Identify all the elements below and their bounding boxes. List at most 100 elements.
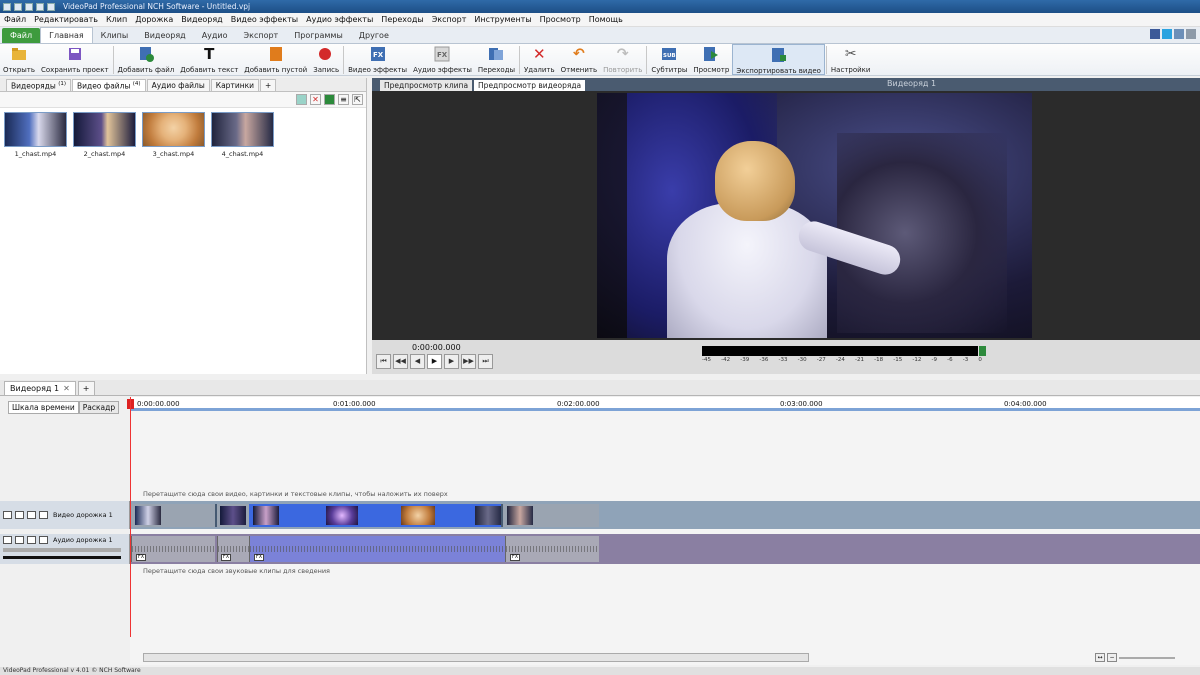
- track-options-icon[interactable]: [39, 536, 48, 544]
- menu-sequence[interactable]: Видеоряд: [177, 15, 226, 24]
- tab-file[interactable]: Файл: [2, 28, 41, 43]
- tab-clips[interactable]: Клипы: [93, 28, 137, 43]
- timeline-scrollbar[interactable]: [143, 653, 809, 662]
- timeline-audio-clip[interactable]: FX: [217, 536, 249, 562]
- zoom-out-button[interactable]: −: [1107, 653, 1117, 662]
- undo-icon[interactable]: [47, 2, 55, 11]
- menu-track[interactable]: Дорожка: [131, 15, 177, 24]
- facebook-icon[interactable]: [1150, 29, 1160, 39]
- fx-badge[interactable]: FX: [136, 554, 146, 561]
- bin-import-icon[interactable]: [296, 94, 307, 105]
- preview-button[interactable]: Просмотр: [690, 44, 732, 75]
- track-visibility-icon[interactable]: [3, 536, 12, 544]
- bin-delete-icon[interactable]: ✕: [310, 94, 321, 105]
- tab-audio[interactable]: Аудио: [194, 28, 236, 43]
- playhead[interactable]: [130, 397, 131, 637]
- track-fx-icon[interactable]: [27, 511, 36, 519]
- fx-badge[interactable]: FX: [221, 554, 231, 561]
- speaker-icon[interactable]: [15, 536, 24, 544]
- fx-badge[interactable]: FX: [510, 554, 520, 561]
- tab-sequence-preview[interactable]: Предпросмотр видеоряда: [474, 80, 586, 91]
- track-volume-slider[interactable]: [3, 548, 121, 552]
- new-file-icon[interactable]: [14, 2, 22, 11]
- timeline-audio-clip[interactable]: FX: [131, 536, 215, 562]
- zoom-fit-button[interactable]: ↔: [1095, 653, 1105, 662]
- menu-transitions[interactable]: Переходы: [377, 15, 427, 24]
- zoom-slider[interactable]: [1119, 656, 1175, 659]
- transitions-button[interactable]: Переходы: [475, 44, 518, 75]
- go-to-start-button[interactable]: ⏮: [376, 354, 391, 369]
- open-button[interactable]: Открыть: [0, 44, 38, 75]
- clip-item[interactable]: 1_chast.mp4: [4, 112, 67, 158]
- add-blank-button[interactable]: Добавить пустой: [241, 44, 310, 75]
- record-button[interactable]: Запись: [310, 44, 342, 75]
- clip-item[interactable]: 2_chast.mp4: [73, 112, 136, 158]
- timeline-video-clip[interactable]: [503, 504, 599, 527]
- video-frame[interactable]: [597, 93, 1032, 338]
- menu-view[interactable]: Просмотр: [536, 15, 585, 24]
- menu-audio-effects[interactable]: Аудио эффекты: [302, 15, 377, 24]
- play-button[interactable]: ▶: [427, 354, 442, 369]
- add-bin-tab-button[interactable]: +: [260, 79, 277, 91]
- settings-small-icon[interactable]: [1186, 29, 1196, 39]
- timeline-video-clip[interactable]: [131, 504, 215, 527]
- step-back-button[interactable]: ◀: [410, 354, 425, 369]
- tab-video-files[interactable]: Видео файлы (4): [71, 78, 146, 91]
- step-forward-button[interactable]: ▶: [444, 354, 459, 369]
- timeline-audio-clip[interactable]: FX: [505, 536, 599, 562]
- delete-button[interactable]: ✕ Удалить: [521, 44, 558, 75]
- track-options-icon[interactable]: [39, 511, 48, 519]
- go-to-end-button[interactable]: ⏭: [478, 354, 493, 369]
- track-visibility-icon[interactable]: [3, 511, 12, 519]
- save-project-button[interactable]: Сохранить проект: [38, 44, 112, 75]
- previous-frame-button[interactable]: ◀◀: [393, 354, 408, 369]
- track-lock-icon[interactable]: [15, 511, 24, 519]
- video-effects-button[interactable]: FX Видео эффекты: [345, 44, 410, 75]
- bin-list-view-icon[interactable]: ≡: [338, 94, 349, 105]
- settings-button[interactable]: ✂ Настройки: [828, 44, 874, 75]
- tab-sequences[interactable]: Видеоряды (1): [6, 78, 71, 91]
- timeline-video-clip-selected[interactable]: [249, 504, 501, 527]
- menu-video-effects[interactable]: Видео эффекты: [227, 15, 302, 24]
- subtitles-button[interactable]: SUB Субтитры: [648, 44, 690, 75]
- audio-effects-button[interactable]: FX Аудио эффекты: [410, 44, 475, 75]
- timeline-video-clip[interactable]: [217, 504, 249, 527]
- add-text-button[interactable]: T Добавить текст: [177, 44, 241, 75]
- tab-storyboard-view[interactable]: Раскадр: [78, 401, 120, 414]
- tab-programs[interactable]: Программы: [286, 28, 351, 43]
- menu-clip[interactable]: Клип: [102, 15, 131, 24]
- twitter-icon[interactable]: [1162, 29, 1172, 39]
- help-icon[interactable]: [1174, 29, 1184, 39]
- menu-tools[interactable]: Инструменты: [470, 15, 535, 24]
- time-ruler[interactable]: 0:00:00.000 0:01:00.000 0:02:00.000 0:03…: [131, 397, 1200, 411]
- tab-timeline-view[interactable]: Шкала времени: [8, 401, 79, 414]
- clip-item[interactable]: 4_chast.mp4: [211, 112, 274, 158]
- menu-file[interactable]: Файл: [0, 15, 30, 24]
- save-icon[interactable]: [36, 2, 44, 11]
- fx-badge[interactable]: FX: [254, 554, 264, 561]
- tab-home[interactable]: Главная: [40, 27, 93, 43]
- tab-sequence[interactable]: Видеоряд: [136, 28, 193, 43]
- menu-edit[interactable]: Редактировать: [30, 15, 102, 24]
- bin-add-icon[interactable]: [324, 94, 335, 105]
- tab-sequence-1[interactable]: Видеоряд 1 ✕: [4, 381, 76, 395]
- tab-export[interactable]: Экспорт: [236, 28, 287, 43]
- track-fx-icon[interactable]: [27, 536, 36, 544]
- tab-clip-preview[interactable]: Предпросмотр клипа: [380, 80, 473, 91]
- add-file-button[interactable]: Добавить файл: [115, 44, 178, 75]
- tab-audio-files[interactable]: Аудио файлы: [146, 79, 210, 91]
- add-sequence-button[interactable]: +: [77, 381, 95, 395]
- menu-help[interactable]: Помощь: [585, 15, 627, 24]
- open-icon[interactable]: [25, 2, 33, 11]
- next-frame-button[interactable]: ▶▶: [461, 354, 476, 369]
- timeline-audio-clip-selected[interactable]: FX: [249, 536, 505, 562]
- bin-detach-icon[interactable]: ⇱: [352, 94, 363, 105]
- close-icon[interactable]: ✕: [63, 384, 70, 393]
- export-video-button[interactable]: Экспортировать видео: [732, 44, 825, 75]
- tab-images[interactable]: Картинки: [210, 79, 259, 91]
- undo-button[interactable]: ↶ Отменить: [558, 44, 601, 75]
- clip-item[interactable]: 3_chast.mp4: [142, 112, 205, 158]
- tab-other[interactable]: Другое: [351, 28, 397, 43]
- redo-button[interactable]: ↷ Повторить: [600, 44, 645, 75]
- menu-export[interactable]: Экспорт: [428, 15, 471, 24]
